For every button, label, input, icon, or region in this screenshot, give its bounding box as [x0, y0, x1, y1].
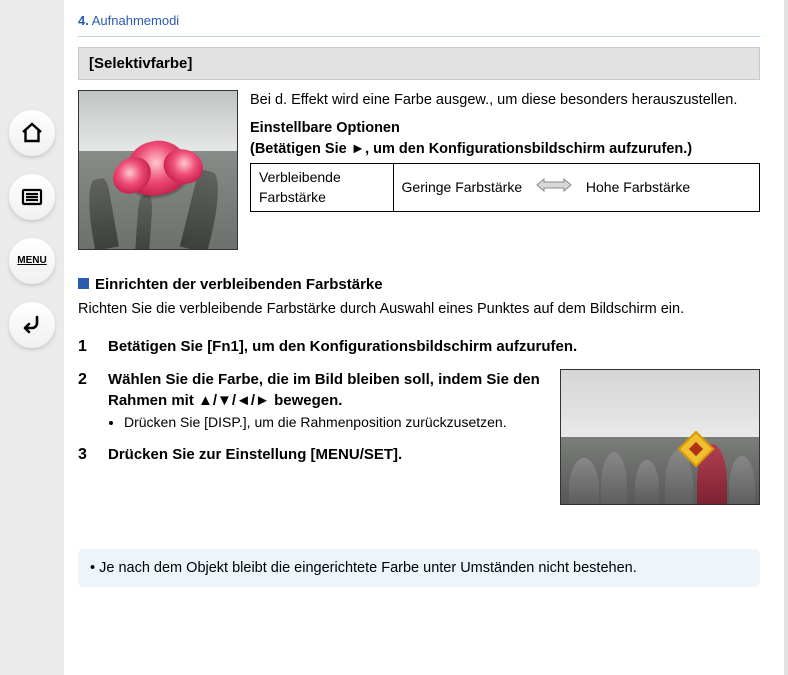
- note-text: Je nach dem Objekt bleibt die eingericht…: [90, 560, 637, 576]
- page: MENU 4. Aufnahmemodi [Selektivfarbe] Bei…: [0, 0, 788, 675]
- flower-accent: [120, 135, 194, 201]
- options-heading: Einstellbare Optionen (Betätigen Sie ►, …: [250, 118, 760, 159]
- step-2: Wählen Sie die Farbe, die im Bild bleibe…: [78, 369, 546, 433]
- back-arrow-icon: [20, 313, 44, 337]
- step-3: Drücken Sie zur Einstellung [MENU/SET].: [78, 444, 546, 465]
- option-range: Geringe Farbstärke Hohe Farbstärke: [393, 164, 759, 212]
- square-bullet-icon: [78, 278, 89, 289]
- double-arrow-icon: [536, 178, 572, 198]
- step-2-sub: Drücken Sie [DISP.], um die Rahmenpositi…: [124, 413, 546, 433]
- menu-button[interactable]: MENU: [9, 238, 55, 284]
- intro-text: Bei d. Effekt wird eine Farbe ausgew., u…: [250, 90, 760, 250]
- list-icon: [20, 185, 44, 209]
- subsection-heading: Einrichten der verbleibenden Farbstärke: [78, 274, 760, 295]
- intro-description: Bei d. Effekt wird eine Farbe ausgew., u…: [250, 90, 760, 110]
- intro-row: Bei d. Effekt wird eine Farbe ausgew., u…: [78, 90, 760, 250]
- section-title: [Selektivfarbe]: [78, 47, 760, 80]
- back-button[interactable]: [9, 302, 55, 348]
- nav-rail: MENU: [0, 0, 64, 675]
- steps-list: Betätigen Sie [Fn1], um den Konfiguratio…: [78, 336, 760, 357]
- range-low: Geringe Farbstärke: [402, 179, 523, 195]
- note-box: Je nach dem Objekt bleibt die eingericht…: [78, 549, 760, 587]
- breadcrumb-number: 4.: [78, 13, 89, 28]
- menu-label: MENU: [17, 254, 46, 268]
- breadcrumb: 4. Aufnahmemodi: [78, 10, 760, 37]
- options-table: Verbleibende Farbstärke Geringe Farbstär…: [250, 163, 760, 212]
- subsection-body: Richten Sie die verbleibende Farbstärke …: [78, 299, 760, 319]
- home-icon: [20, 121, 44, 145]
- range-high: Hohe Farbstärke: [586, 179, 690, 195]
- breadcrumb-title: Aufnahmemodi: [92, 13, 179, 28]
- content-area: 4. Aufnahmemodi [Selektivfarbe] Bei d. E…: [64, 0, 788, 675]
- step-1: Betätigen Sie [Fn1], um den Konfiguratio…: [78, 336, 760, 357]
- example-photo-flower: [78, 90, 238, 250]
- home-button[interactable]: [9, 110, 55, 156]
- option-label: Verbleibende Farbstärke: [251, 164, 394, 212]
- table-row: Verbleibende Farbstärke Geringe Farbstär…: [251, 164, 760, 212]
- toc-button[interactable]: [9, 174, 55, 220]
- steps-with-thumb: Wählen Sie die Farbe, die im Bild bleibe…: [78, 369, 760, 505]
- example-photo-tulips: [560, 369, 760, 505]
